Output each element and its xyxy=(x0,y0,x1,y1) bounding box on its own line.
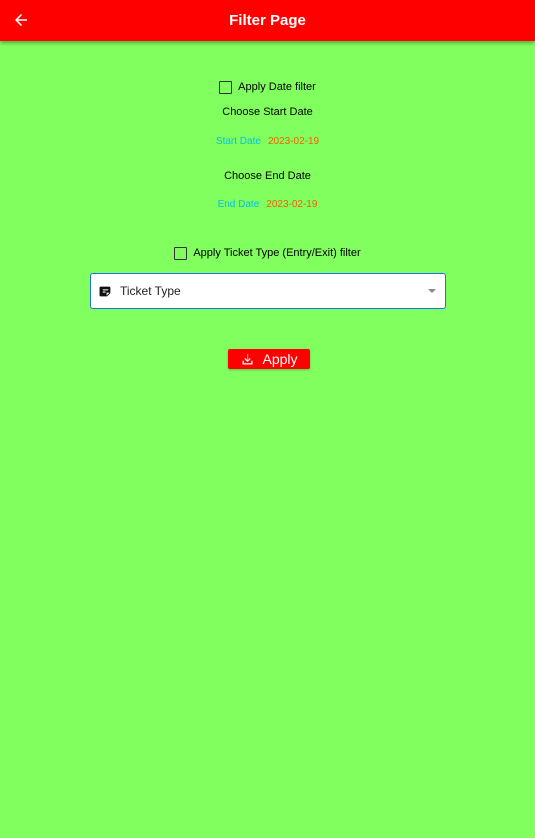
ticket-filter-checkbox[interactable] xyxy=(174,246,188,260)
ticket-filter-row: Apply Ticket Type (Entry/Exit) filter xyxy=(0,246,535,260)
end-date-label[interactable]: End Date xyxy=(218,199,260,210)
start-date-row[interactable]: Start Date 2023-02-19 xyxy=(0,134,535,148)
apply-button[interactable]: Apply xyxy=(228,349,310,369)
download-icon xyxy=(242,353,253,364)
end-date-heading: Choose End Date xyxy=(224,170,311,182)
ticket-type-dropdown[interactable]: Ticket Type xyxy=(90,273,446,309)
date-filter-label: Apply Date filter xyxy=(238,81,316,93)
ticket-type-value: Ticket Type xyxy=(120,284,181,298)
ticket-filter-label: Apply Ticket Type (Entry/Exit) filter xyxy=(193,247,361,259)
date-filter-row: Apply Date filter xyxy=(0,80,535,94)
end-date-value[interactable]: 2023-02-19 xyxy=(266,199,317,210)
start-date-value[interactable]: 2023-02-19 xyxy=(268,136,319,147)
chevron-down-icon xyxy=(428,289,436,293)
apply-button-label: Apply xyxy=(262,351,298,367)
app-bar: Filter Page xyxy=(0,0,535,41)
start-date-label[interactable]: Start Date xyxy=(216,136,261,147)
page-title: Filter Page xyxy=(229,12,306,29)
end-date-heading-row: Choose End Date xyxy=(0,169,535,183)
start-date-heading-row: Choose Start Date xyxy=(0,105,535,119)
end-date-row[interactable]: End Date 2023-02-19 xyxy=(0,197,535,211)
note-icon xyxy=(99,286,111,297)
date-filter-checkbox[interactable] xyxy=(219,80,233,94)
start-date-heading: Choose Start Date xyxy=(222,106,313,118)
